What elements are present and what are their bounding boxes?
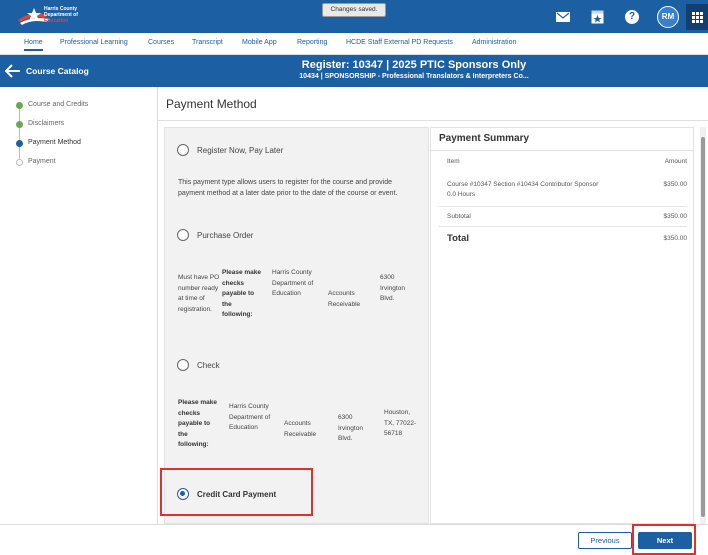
course-catalog-link[interactable]: Course Catalog	[26, 66, 89, 76]
highlight-credit-card	[160, 468, 313, 516]
radio-register-now[interactable]	[177, 144, 189, 156]
nav-home[interactable]: Home	[24, 39, 43, 51]
main-content: Payment Method Register Now, Pay Later T…	[158, 87, 708, 524]
mail-icon[interactable]	[555, 9, 571, 25]
step-connector	[19, 109, 20, 161]
check-payee: Harris County Department of Education	[229, 403, 271, 431]
apps-grid-icon[interactable]	[686, 4, 708, 30]
po-payable-to: Please make checks payable to the follow…	[222, 269, 262, 318]
registration-title: Register: 10347 | 2025 PTIC Sponsors Onl…	[301, 59, 527, 71]
summary-col-amount: Amount	[664, 158, 687, 165]
payment-summary-panel: Payment Summary Item Amount Course #1034…	[430, 127, 694, 524]
summary-total: $350.00	[663, 235, 688, 242]
register-now-description: This payment type allows users to regist…	[178, 179, 398, 197]
summary-line-hours: 0.0 Hours	[447, 191, 476, 198]
top-bar: Harris County Department of Education Ch…	[0, 0, 708, 33]
option-register-now[interactable]: Register Now, Pay Later	[177, 144, 283, 156]
highlight-next-button	[632, 524, 696, 555]
back-arrow-icon[interactable]	[4, 64, 21, 80]
summary-col-item: Item	[447, 158, 460, 165]
summary-subtotal: $350.00	[663, 213, 688, 220]
divider	[439, 226, 687, 227]
option-check[interactable]: Check	[177, 359, 220, 371]
step-pending-icon	[16, 159, 23, 166]
page-title: Payment Method	[166, 97, 257, 111]
po-department: Accounts Receivable	[328, 290, 361, 308]
previous-button[interactable]: Previous	[578, 532, 632, 549]
registration-subtitle: 10434 | SPONSORSHIP - Professional Trans…	[299, 73, 529, 80]
step-complete-icon	[16, 102, 23, 109]
step-complete-icon	[16, 121, 23, 128]
nav-hcde-staff-external-pd[interactable]: HCDE Staff External PD Requests	[346, 39, 453, 46]
step-current-icon	[16, 140, 23, 147]
summary-line-amount: $350.00	[663, 181, 688, 188]
check-details: Please make checks payable to the follow…	[178, 398, 420, 451]
summary-total-label: Total	[447, 233, 469, 244]
po-address: 6300 Irvington Blvd.	[380, 274, 405, 302]
nav-mobile-app[interactable]: Mobile App	[242, 39, 277, 46]
course-header: Course Catalog Register: 10347 | 2025 PT…	[0, 55, 708, 87]
logo-text: Harris County Department of Education	[44, 6, 78, 24]
nav-professional-learning[interactable]: Professional Learning	[60, 39, 128, 46]
payment-options-panel: Register Now, Pay Later This payment typ…	[164, 127, 429, 524]
main-nav: Home Professional Learning Courses Trans…	[0, 33, 708, 55]
changes-saved-toast: Changes saved.	[322, 3, 386, 17]
check-city: Houston, TX, 77022-56718	[384, 409, 417, 437]
option-purchase-order[interactable]: Purchase Order	[177, 229, 253, 241]
nav-courses[interactable]: Courses	[148, 39, 174, 46]
summary-subtotal-label: Subtotal	[447, 213, 471, 220]
scrollbar-thumb[interactable]	[701, 137, 705, 517]
po-note: Must have PO number ready at time of reg…	[178, 274, 220, 313]
payment-summary-title: Payment Summary	[439, 133, 530, 144]
footer-bar: Previous Next	[0, 524, 708, 555]
purchase-order-details: Must have PO number ready at time of reg…	[178, 269, 414, 321]
help-icon[interactable]: ?	[624, 9, 640, 25]
nav-reporting[interactable]: Reporting	[297, 39, 327, 46]
check-department: Accounts Receivable	[284, 420, 317, 438]
divider	[439, 206, 687, 207]
radio-purchase-order[interactable]	[177, 229, 189, 241]
check-address: 6300 Irvington Blvd.	[338, 414, 363, 442]
check-payable-to: Please make checks payable to the follow…	[178, 399, 218, 448]
award-icon[interactable]	[589, 9, 605, 25]
nav-administration[interactable]: Administration	[472, 39, 516, 46]
scrollbar[interactable]	[700, 127, 706, 524]
divider	[158, 120, 708, 121]
nav-transcript[interactable]: Transcript	[192, 39, 223, 46]
po-payee: Harris County Department of Education	[272, 269, 314, 297]
radio-check[interactable]	[177, 359, 189, 371]
user-avatar[interactable]: RM	[657, 6, 679, 28]
divider	[431, 150, 693, 151]
summary-line-item: Course #10347 Section #10434 Contributor…	[447, 181, 599, 188]
registration-steps: Course and Credits Disclaimers Payment M…	[0, 87, 158, 524]
